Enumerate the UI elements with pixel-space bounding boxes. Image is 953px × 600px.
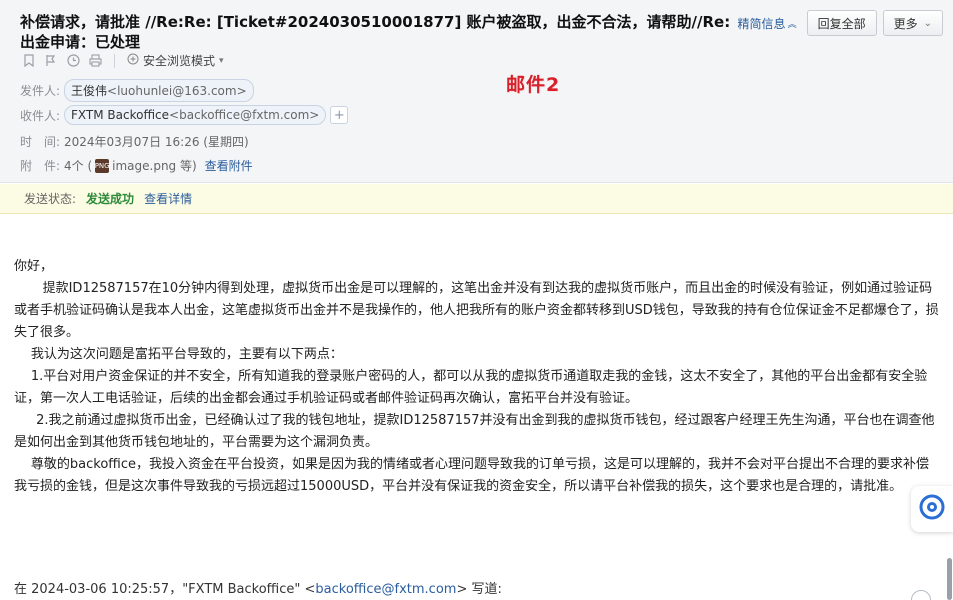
recipient-address: <backoffice@fxtm.com> <box>169 108 320 122</box>
to-row: 收件人: FXTM Backoffice <backoffice@fxtm.co… <box>20 105 349 125</box>
attachment-row: 附 件: 4个 ( PNG image.png 等) 查看附件 <box>20 157 253 174</box>
body-paragraph-4: 2.我之前通过虚拟货币出金，已经确认过了我的钱包地址，提款ID12587157并… <box>14 413 935 450</box>
safe-mode-label: 安全浏览模式 <box>143 54 216 68</box>
send-status-bar: 发送状态: 发送成功 查看详情 <box>0 184 953 214</box>
chevron-up-icon: ︽ <box>787 19 797 30</box>
body-paragraph-1: 提款ID12587157在10分钟内得到处理，虚拟货币出金是可以理解的，这笔出金… <box>14 281 939 340</box>
body-paragraph-3: 1.平台对用户资金保证的并不安全，所有知道我的登录账户密码的人，都可以从我的虚拟… <box>14 369 928 406</box>
quote-prefix: 在 2024-03-06 10:25:57，"FXTM Backoffice" … <box>14 582 316 597</box>
attachment-label: 附 件: <box>20 159 61 173</box>
image-file-icon: PNG <box>95 158 110 173</box>
reply-all-button[interactable]: 回复全部 <box>806 10 877 36</box>
quoted-header: 在 2024-03-06 10:25:57，"FXTM Backoffice" … <box>14 578 502 597</box>
more-button[interactable]: 更多 ⌄ <box>882 10 943 36</box>
send-status-label: 发送状态: <box>24 192 77 206</box>
safe-browsing-dropdown[interactable]: 安全浏览模式 ▾ <box>127 52 224 69</box>
flag-icon[interactable] <box>44 54 58 68</box>
chevron-down-icon: ▾ <box>219 55 224 66</box>
view-details-link[interactable]: 查看详情 <box>144 190 192 207</box>
time-row: 时 间: 2024年03月07日 16:26 (星期四) <box>20 133 249 150</box>
floating-assistant-button[interactable] <box>911 486 953 532</box>
from-row: 发件人: 王俊伟 <luohunlei@163.com> <box>20 79 254 102</box>
brief-info-link[interactable]: 精简信息 ︽ <box>738 15 797 32</box>
attachment-filename: image.png 等) <box>112 159 197 173</box>
assistant-icon <box>919 494 945 524</box>
mail-subject: 补偿请求，请批准 //Re:Re: [Ticket#20240305100018… <box>20 13 731 51</box>
quote-email-link[interactable]: backoffice@fxtm.com <box>315 582 456 597</box>
chevron-down-icon: ⌄ <box>923 17 932 29</box>
from-label: 发件人: <box>20 84 61 98</box>
time-label: 时 间: <box>20 135 61 149</box>
recipient-name: FXTM Backoffice <box>71 108 170 122</box>
sender-chip[interactable]: 王俊伟 <luohunlei@163.com> <box>64 79 254 102</box>
clock-icon[interactable] <box>66 54 80 68</box>
more-label: 更多 <box>893 16 918 31</box>
recipient-chip[interactable]: FXTM Backoffice <backoffice@fxtm.com> <box>64 105 327 125</box>
mail-header: 补偿请求，请批准 //Re:Re: [Ticket#20240305100018… <box>0 0 953 183</box>
sender-name: 王俊伟 <box>71 84 108 98</box>
brief-info-label: 精简信息 <box>737 16 786 31</box>
send-status-value: 发送成功 <box>86 192 135 206</box>
print-icon[interactable] <box>88 54 102 68</box>
reply-all-label: 回复全部 <box>817 16 866 31</box>
body-paragraph-2: 我认为这次问题是富拓平台导致的，主要有以下两点： <box>30 347 343 362</box>
annotation-stamp: 邮件2 <box>506 74 561 96</box>
attachment-count: 4个 ( <box>64 159 93 173</box>
to-label: 收件人: <box>20 108 61 123</box>
scroll-top-button[interactable] <box>911 590 931 600</box>
greeting: 你好， <box>14 259 54 274</box>
add-contact-icon[interactable]: + <box>330 106 349 124</box>
view-attachments-link[interactable]: 查看附件 <box>205 157 253 174</box>
toolbar-divider <box>114 53 115 68</box>
shield-plus-icon <box>127 53 139 68</box>
time-value: 2024年03月07日 16:26 (星期四) <box>64 135 249 149</box>
quote-suffix: > 写道: <box>456 582 502 597</box>
body-paragraph-5: 尊敬的backoffice，我投入资金在平台投资，如果是因为我的情绪或者心理问题… <box>14 457 929 494</box>
sender-address: <luohunlei@163.com> <box>107 83 247 98</box>
mail-toolbar: 安全浏览模式 ▾ <box>22 52 224 69</box>
mail-body: 你好， 提款ID12587157在10分钟内得到处理，虚拟货币出金是可以理解的，… <box>14 256 939 498</box>
bookmark-icon[interactable] <box>22 54 36 68</box>
scrollbar-thumb[interactable] <box>947 558 952 600</box>
header-actions: 精简信息 ︽ 回复全部 更多 ⌄ <box>738 10 943 36</box>
